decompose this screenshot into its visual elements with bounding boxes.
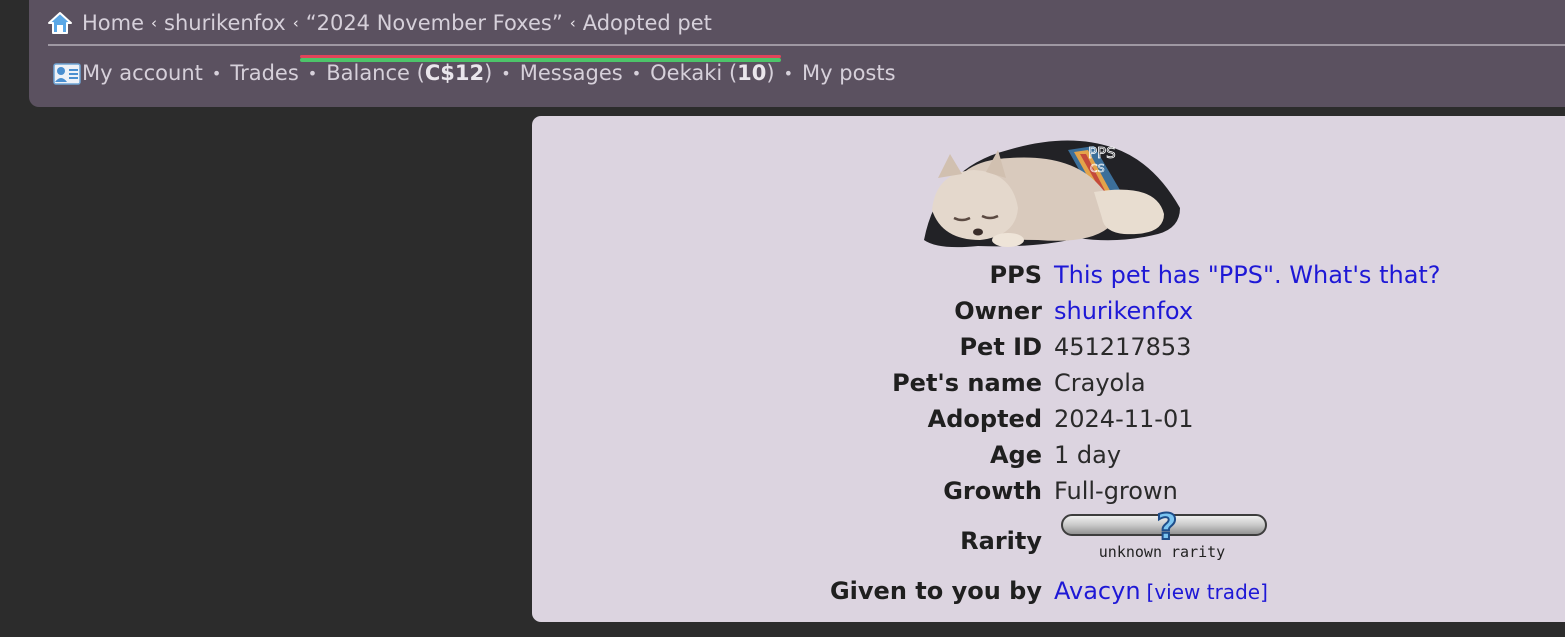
owner-link[interactable]: shurikenfox [1054, 297, 1193, 325]
breadcrumb-user[interactable]: shurikenfox [164, 11, 286, 35]
given-by-label: Given to you by [829, 577, 1042, 605]
row-pet-name: Pet's name Crayola [532, 369, 1565, 403]
row-age: Age 1 day [532, 441, 1565, 475]
rarity-label: Rarity [960, 527, 1042, 555]
chevron-left-icon: ‹ [569, 14, 576, 32]
row-adopted: Adopted 2024-11-01 [532, 405, 1565, 439]
home-icon[interactable] [47, 11, 73, 35]
cs-watermark: CS [1090, 162, 1105, 175]
pet-id-label: Pet ID [959, 333, 1042, 361]
chevron-left-icon: ‹ [292, 14, 299, 32]
pps-label: PPS [989, 261, 1042, 289]
chevron-left-icon: ‹ [151, 14, 158, 32]
account-card-icon[interactable] [52, 60, 82, 86]
svg-text:?: ? [1157, 507, 1178, 548]
owner-label: Owner [954, 297, 1042, 325]
breadcrumb-current: Adopted pet [582, 11, 712, 35]
giver-link[interactable]: Avacyn [1054, 577, 1141, 605]
row-pet-id: Pet ID 451217853 [532, 333, 1565, 367]
bullet-separator: • [631, 63, 642, 83]
top-navigation-bar: Home ‹ shurikenfox ‹ “2024 November Foxe… [29, 0, 1565, 107]
age-value: 1 day [1054, 441, 1122, 469]
pet-details-panel: PPS CS PPS This pet has "PPS". What's th… [532, 116, 1565, 622]
adopted-label: Adopted [927, 405, 1042, 433]
breadcrumb-home[interactable]: Home [82, 11, 144, 35]
oekaki-link[interactable]: Oekaki (10) [650, 61, 774, 85]
oekaki-count: 10 [737, 61, 767, 85]
bullet-separator: • [501, 63, 511, 83]
divider [48, 44, 1565, 46]
balance-label: Balance [326, 61, 410, 85]
age-label: Age [989, 441, 1042, 469]
bullet-separator: • [211, 63, 222, 83]
adopted-value: 2024-11-01 [1054, 405, 1194, 433]
pet-name-value: Crayola [1054, 369, 1146, 397]
row-rarity: Rarity ? unknown rarity [532, 506, 1565, 561]
bullet-separator: • [307, 63, 318, 83]
rarity-value: unknown rarity [1099, 543, 1225, 561]
growth-value: Full-grown [1054, 477, 1178, 505]
pet-id-value: 451217853 [1054, 333, 1192, 361]
user-navigation: My account • Trades • Balance (C$12) • M… [52, 60, 896, 86]
balance-link[interactable]: Balance (C$12) [326, 61, 492, 85]
row-given-by: Given to you by Avacyn [view trade] [532, 577, 1565, 611]
row-owner: Owner shurikenfox [532, 297, 1565, 331]
my-account-link[interactable]: My account [82, 61, 203, 85]
pet-image: PPS CS [924, 140, 1180, 248]
row-growth: Growth Full-grown [532, 477, 1565, 511]
pps-watermark: PPS [1088, 144, 1116, 162]
breadcrumb-adoption[interactable]: “2024 November Foxes” [306, 11, 563, 35]
messages-link[interactable]: Messages [520, 61, 623, 85]
row-pps: PPS This pet has "PPS". What's that? [532, 261, 1565, 295]
pet-name-label: Pet's name [892, 369, 1042, 397]
bullet-separator: • [783, 63, 794, 83]
breadcrumb: Home ‹ shurikenfox ‹ “2024 November Foxe… [47, 11, 712, 35]
balance-value: C$12 [424, 61, 485, 85]
my-posts-link[interactable]: My posts [802, 61, 896, 85]
rarity-meter: ? unknown rarity [1061, 506, 1267, 561]
oekaki-label: Oekaki [650, 61, 723, 85]
pps-help-link[interactable]: This pet has "PPS". What's that? [1054, 261, 1441, 289]
trades-link[interactable]: Trades [230, 61, 298, 85]
question-mark-icon: ? [1156, 506, 1179, 549]
view-trade-link[interactable]: [view trade] [1147, 580, 1268, 604]
growth-label: Growth [943, 477, 1042, 505]
